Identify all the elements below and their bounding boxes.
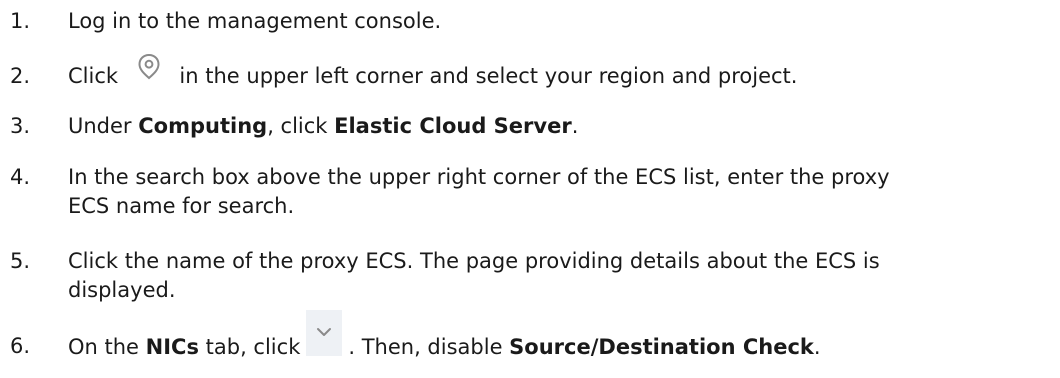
step-text-content: . Then, disable [348, 335, 510, 359]
step-text: Click in the upper left corner and selec… [68, 53, 1058, 91]
step-text-content: tab, click [198, 335, 301, 359]
ui-term: Computing [138, 114, 268, 138]
step-text: In the search box above the upper right … [68, 163, 1058, 221]
ui-term: NICs [145, 335, 199, 359]
chevron-down-icon [306, 310, 343, 356]
step-text: Log in to the management console. [68, 7, 1058, 36]
step-text-content: . [571, 114, 579, 138]
step-number: 1. [10, 9, 31, 33]
step-number: 6. [10, 334, 31, 358]
step-text-content: Under [68, 114, 139, 138]
step-text-content: . [813, 335, 821, 359]
step-text: Under Computing, click Elastic Cloud Ser… [68, 112, 1058, 141]
step-text-content: in the upper left corner and select your… [179, 64, 798, 88]
step-text: Click the name of the proxy ECS. The pag… [68, 247, 1058, 305]
location-pin-icon [131, 48, 167, 84]
step-text-content: , click [267, 114, 335, 138]
step-number: 5. [10, 249, 31, 273]
step-text-content: On the [68, 335, 146, 359]
ui-term: Elastic Cloud Server [334, 114, 572, 138]
step-text-line: ECS name for search. [68, 194, 295, 218]
step-text-line: Click the name of the proxy ECS. The pag… [68, 249, 880, 273]
step-text-line: In the search box above the upper right … [68, 165, 890, 189]
ui-term: Source/Destination Check [509, 335, 814, 359]
step-text: On the NICs tab, click . Then, disable So… [68, 310, 1058, 364]
step-number: 4. [10, 165, 31, 189]
step-text-content: Log in to the management console. [68, 9, 442, 33]
step-text-line: displayed. [68, 278, 176, 302]
step-number: 2. [10, 64, 31, 88]
step-number: 3. [10, 114, 31, 138]
step-text-content: Click [68, 64, 119, 88]
